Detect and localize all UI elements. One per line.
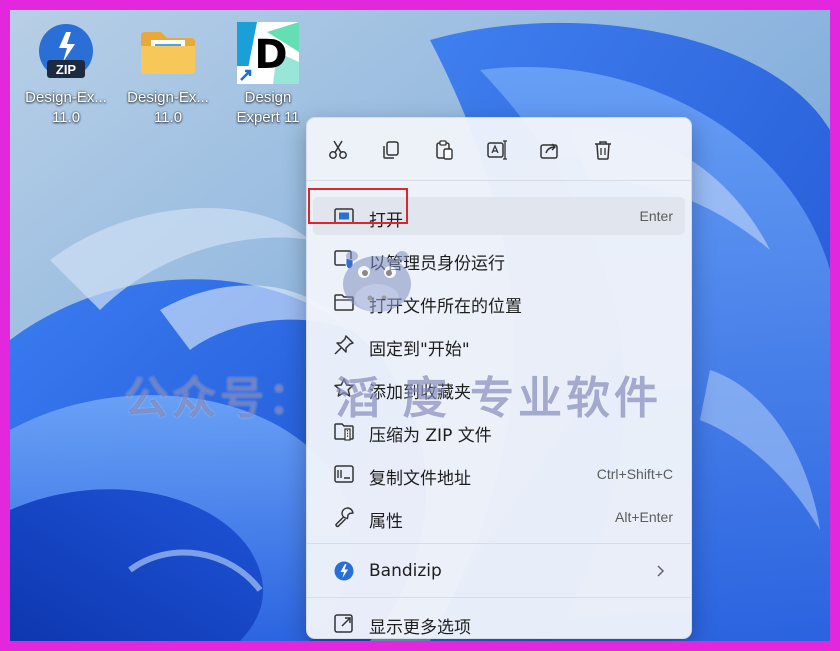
wrench-icon [335,507,354,528]
menu-item-show-more-options[interactable]: 显示更多选项 [313,606,685,640]
share-button[interactable] [532,134,568,166]
menu-item-shortcut: Ctrl+Shift+C [596,466,673,482]
scissors-icon [329,140,347,159]
desktop-icon-label: Design-Ex... [127,89,209,106]
desktop-screen: ZIP Design-Ex... 11.0 Design-Ex... 11.0 … [10,10,830,641]
more-options-icon [334,614,353,633]
menu-item-label: 复制文件地址 [369,469,471,489]
copy-button[interactable] [373,134,409,166]
menu-item-label: 打开 [369,211,403,231]
desktop-icon-label: Design [244,89,292,106]
menu-separator [307,543,691,544]
rename-icon [487,140,507,160]
paste-button[interactable] [426,134,462,166]
menu-item-label: 属性 [369,512,403,532]
zip-archive-icon: ZIP [35,22,97,84]
desktop-icon-label: Design-Ex... [25,89,107,106]
desktop-icon-label-line2: Expert 11 [236,109,300,126]
menu-item-label: 显示更多选项 [369,618,471,638]
desktop-icon-label-line2: 11.0 [51,109,81,126]
menu-item-bandizip[interactable]: Bandizip [313,552,685,590]
watermark-text: 公众号： 滔 度 专业软件 [124,373,662,424]
folder-icon [137,22,199,84]
desktop-icon-zip[interactable]: ZIP Design-Ex... 11.0 [16,18,116,138]
desktop-icon-folder[interactable]: Design-Ex... 11.0 [118,18,218,138]
menu-separator-2 [307,597,691,598]
chevron-right-icon [657,565,665,577]
context-menu-toolbar [307,118,691,180]
open-window-icon [334,208,354,224]
delete-button[interactable] [585,134,621,166]
trash-icon [595,141,611,160]
design-expert-glyph: D [254,32,287,78]
copy-icon [383,141,399,159]
zip-badge-text: ZIP [56,62,77,77]
design-expert-app-icon: D [237,22,299,84]
cut-button[interactable] [320,134,356,166]
copy-path-icon [334,465,354,483]
menu-item-label: Bandizip [369,561,442,581]
menu-item-properties[interactable]: 属性 Alt+Enter [313,498,685,536]
menu-item-shortcut: Enter [639,208,673,224]
share-icon [540,143,558,159]
toolbar-separator [307,180,691,181]
pin-icon [334,335,354,355]
menu-item-pin-to-start[interactable]: 固定到"开始" [313,326,685,364]
rename-button[interactable] [479,134,515,166]
menu-item-open[interactable]: 打开 Enter [313,197,685,235]
paste-icon [436,140,453,160]
bandizip-icon [334,561,354,581]
menu-item-copy-file-path[interactable]: 复制文件地址 Ctrl+Shift+C [313,455,685,493]
desktop-icon-design-expert[interactable]: D Design Expert 11 [218,18,318,138]
menu-item-shortcut: Alt+Enter [615,509,673,525]
menu-item-label: 固定到"开始" [369,340,470,360]
hippo-mascot-watermark [343,251,411,312]
desktop-icon-label-line2: 11.0 [153,109,183,126]
